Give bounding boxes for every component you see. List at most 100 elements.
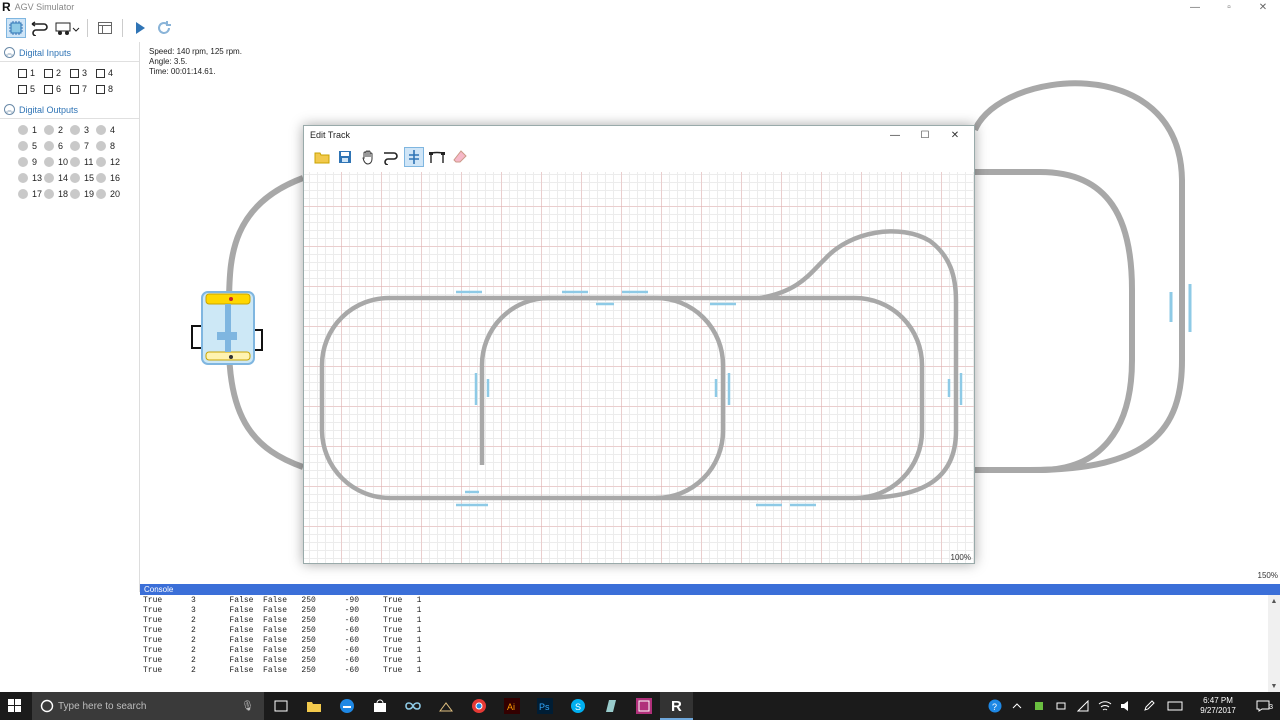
svg-text:Ai: Ai <box>507 702 515 712</box>
digital-output-label: 16 <box>110 173 121 183</box>
save-track-button[interactable] <box>335 147 355 167</box>
scroll-up-icon[interactable]: ▲ <box>1268 595 1280 607</box>
minimize-button[interactable]: — <box>1178 0 1212 14</box>
device-tray[interactable] <box>1050 692 1072 720</box>
action-center-button[interactable]: 3 <box>1246 692 1280 720</box>
checkbox[interactable] <box>18 84 27 94</box>
reset-button[interactable] <box>154 18 174 38</box>
store-taskbar[interactable] <box>363 692 396 720</box>
panel-button[interactable] <box>95 18 115 38</box>
led-indicator <box>44 189 54 199</box>
volume-tray[interactable] <box>1116 692 1138 720</box>
led-indicator <box>44 173 54 183</box>
main-track-path <box>972 80 1185 473</box>
console-line: True 3 False False 250 -90 True 1 <box>143 596 436 605</box>
edit-track-close-button[interactable]: ✕ <box>940 127 970 143</box>
curve-tool-button[interactable] <box>427 147 447 167</box>
file-explorer-taskbar[interactable] <box>297 692 330 720</box>
open-track-button[interactable] <box>312 147 332 167</box>
show-hidden-icons[interactable] <box>1006 692 1028 720</box>
console-scrollbar[interactable]: ▲ ▼ <box>1268 595 1280 692</box>
maximize-button[interactable]: ▫ <box>1212 0 1246 14</box>
edge-icon <box>339 699 354 713</box>
edit-track-minimize-button[interactable]: — <box>880 127 910 143</box>
notification-count: 3 <box>1269 704 1273 711</box>
digital-input-8[interactable]: 8 <box>96 83 122 95</box>
system-tray: ? 6:47 PM 9/27/2017 3 <box>984 692 1280 720</box>
taskbar-clock[interactable]: 6:47 PM 9/27/2017 <box>1190 696 1246 716</box>
marker-tool-button[interactable] <box>404 147 424 167</box>
agv-simulator-taskbar[interactable]: R <box>660 692 693 720</box>
pen-icon <box>1144 700 1155 711</box>
photoshop-taskbar[interactable]: Ps <box>528 692 561 720</box>
chip-icon <box>9 21 23 35</box>
help-tray[interactable]: ? <box>984 692 1006 720</box>
scroll-down-icon[interactable]: ▼ <box>1268 680 1280 692</box>
agv-tool-button[interactable] <box>54 18 80 38</box>
track-editor-grid[interactable]: 100% <box>304 172 974 563</box>
checkbox[interactable] <box>96 68 105 78</box>
digital-output-label: 15 <box>84 173 95 183</box>
keyboard-tray[interactable] <box>1160 692 1190 720</box>
eraser-tool-button[interactable] <box>450 147 470 167</box>
arduino-taskbar[interactable] <box>396 692 429 720</box>
task-view-button[interactable] <box>264 692 297 720</box>
main-track-path <box>226 175 305 299</box>
console-line: True 3 False False 250 -90 True 1 <box>143 606 436 615</box>
track-tool-button[interactable] <box>30 18 50 38</box>
checkbox[interactable] <box>44 68 53 78</box>
digital-input-label: 3 <box>82 68 88 78</box>
checkbox[interactable] <box>70 84 79 94</box>
collapse-icon: ︽ <box>4 47 15 58</box>
checkbox[interactable] <box>44 84 53 94</box>
clock-date: 9/27/2017 <box>1200 706 1236 715</box>
taskbar-search[interactable]: Type here to search 🎙 <box>32 692 264 720</box>
collapse-icon: ︽ <box>4 104 15 115</box>
digital-input-4[interactable]: 4 <box>96 67 122 79</box>
edit-track-maximize-button[interactable]: ☐ <box>910 127 940 143</box>
puzzle-tray[interactable] <box>1028 692 1050 720</box>
chrome-taskbar[interactable] <box>462 692 495 720</box>
checkbox[interactable] <box>70 68 79 78</box>
digital-input-3[interactable]: 3 <box>70 67 96 79</box>
led-indicator <box>96 141 106 151</box>
draw-track-button[interactable] <box>381 147 401 167</box>
digital-input-label: 6 <box>56 84 62 94</box>
pen-tray[interactable] <box>1138 692 1160 720</box>
checkbox[interactable] <box>96 84 105 94</box>
checkbox[interactable] <box>18 68 27 78</box>
microphone-icon[interactable]: 🎙 <box>241 701 254 712</box>
network-tray[interactable] <box>1072 692 1094 720</box>
digital-outputs-header[interactable]: ︽ Digital Outputs <box>0 101 139 119</box>
app-taskbar[interactable] <box>627 692 660 720</box>
window-title: AGV Simulator <box>14 2 75 12</box>
digital-output-1: 1 <box>18 124 44 136</box>
pan-tool-button[interactable] <box>358 147 378 167</box>
digital-input-5[interactable]: 5 <box>18 83 44 95</box>
digital-output-label: 11 <box>84 157 94 167</box>
digital-inputs-header[interactable]: ︽ Digital Inputs <box>0 44 139 62</box>
led-indicator <box>70 173 80 183</box>
notes-taskbar[interactable] <box>594 692 627 720</box>
digital-inputs-grid: 1 2 3 4 5 6 7 8 <box>0 62 139 99</box>
close-button[interactable]: ✕ <box>1246 0 1280 14</box>
digital-input-1[interactable]: 1 <box>18 67 44 79</box>
start-button[interactable] <box>8 699 22 716</box>
digital-output-label: 2 <box>58 125 64 135</box>
edge-taskbar[interactable] <box>330 692 363 720</box>
tool-taskbar[interactable] <box>429 692 462 720</box>
windows-taskbar: Type here to search 🎙 Ai Ps S R ? 6:47 P… <box>0 692 1280 720</box>
volume-icon <box>1121 701 1128 711</box>
illustrator-taskbar[interactable]: Ai <box>495 692 528 720</box>
svg-text:Ps: Ps <box>539 702 550 712</box>
digital-input-6[interactable]: 6 <box>44 83 70 95</box>
digital-input-7[interactable]: 7 <box>70 83 96 95</box>
run-button[interactable] <box>130 18 150 38</box>
skype-taskbar[interactable]: S <box>561 692 594 720</box>
digital-input-2[interactable]: 2 <box>44 67 70 79</box>
chip-settings-button[interactable] <box>6 18 26 38</box>
digital-output-15: 15 <box>70 172 96 184</box>
digital-output-12: 12 <box>96 156 122 168</box>
wifi-tray[interactable] <box>1094 692 1116 720</box>
digital-output-18: 18 <box>44 188 70 200</box>
